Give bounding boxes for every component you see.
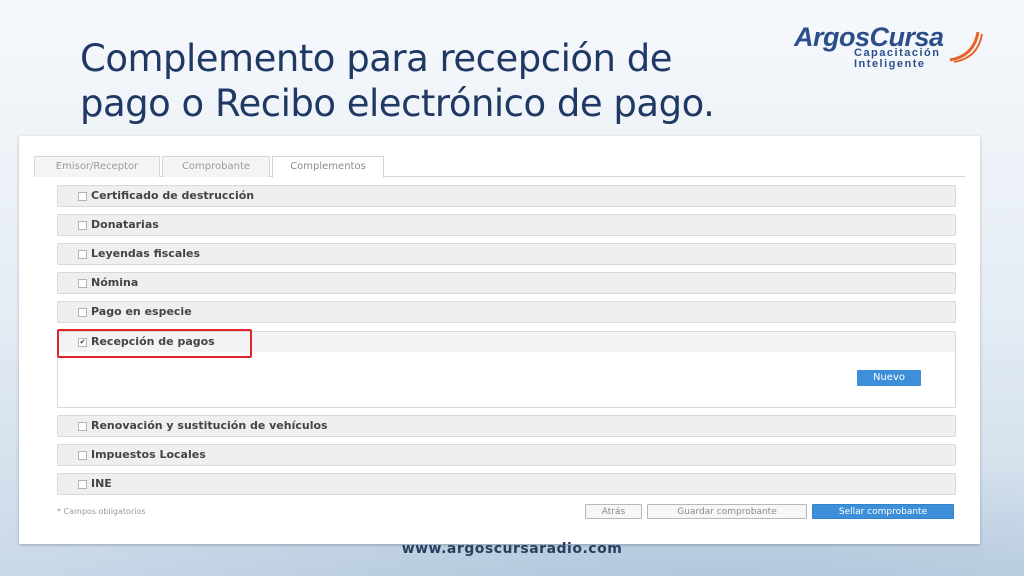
logo-swoosh-icon: [949, 31, 983, 63]
recepcion-pagos-body: Nuevo: [57, 352, 956, 408]
required-fields-note: * Campos obligatorios: [57, 507, 146, 516]
expand-checkbox-icon[interactable]: [78, 480, 87, 489]
complemento-label: Leyendas fiscales: [91, 247, 201, 260]
footer-url: www.argoscursaradio.com: [401, 541, 623, 557]
complemento-label: INE: [91, 477, 112, 490]
logo-tagline-line2: Inteligente: [854, 58, 926, 70]
expand-checkbox-icon[interactable]: [78, 250, 87, 259]
expand-checkbox-icon[interactable]: [78, 192, 87, 201]
complemento-label: Nómina: [91, 276, 139, 289]
complemento-label: Donatarias: [91, 218, 159, 231]
tab-emisor-receptor[interactable]: Emisor/Receptor: [34, 156, 160, 177]
logo-tagline: Capacitación Inteligente: [854, 48, 940, 70]
expand-checkbox-icon[interactable]: [78, 308, 87, 317]
argoscursa-logo: ArgosCursa Capacitación Inteligente: [794, 22, 994, 70]
expand-checkbox-icon[interactable]: [78, 422, 87, 431]
complemento-impuestos-locales[interactable]: Impuestos Locales: [57, 444, 956, 466]
complemento-label: Pago en especie: [91, 305, 192, 318]
complemento-renovacion-vehiculos[interactable]: Renovación y sustitución de vehículos: [57, 415, 956, 437]
tab-bar: Emisor/Receptor Comprobante Complementos: [34, 156, 965, 178]
guardar-comprobante-button[interactable]: Guardar comprobante: [647, 504, 807, 519]
screenshot-frame: Emisor/Receptor Comprobante Complementos…: [19, 136, 980, 544]
sellar-comprobante-button[interactable]: Sellar comprobante: [812, 504, 954, 519]
tab-comprobante[interactable]: Comprobante: [162, 156, 270, 177]
complemento-certificado-destruccion[interactable]: Certificado de destrucción: [57, 185, 956, 207]
slide-title: Complemento para recepción de pago o Rec…: [80, 37, 715, 125]
complemento-pago-en-especie[interactable]: Pago en especie: [57, 301, 956, 323]
expand-checkbox-icon[interactable]: [78, 221, 87, 230]
complemento-donatarias[interactable]: Donatarias: [57, 214, 956, 236]
complemento-leyendas-fiscales[interactable]: Leyendas fiscales: [57, 243, 956, 265]
complemento-label: Impuestos Locales: [91, 448, 206, 461]
tab-complementos[interactable]: Complementos: [272, 156, 384, 178]
atras-button[interactable]: Atrás: [585, 504, 642, 519]
highlight-box: [57, 329, 252, 358]
complemento-label: Renovación y sustitución de vehículos: [91, 419, 328, 432]
complemento-label: Certificado de destrucción: [91, 189, 255, 202]
expand-checkbox-icon[interactable]: [78, 279, 87, 288]
complemento-ine[interactable]: INE: [57, 473, 956, 495]
complemento-nomina[interactable]: Nómina: [57, 272, 956, 294]
nuevo-button[interactable]: Nuevo: [857, 370, 921, 386]
expand-checkbox-icon[interactable]: [78, 451, 87, 460]
